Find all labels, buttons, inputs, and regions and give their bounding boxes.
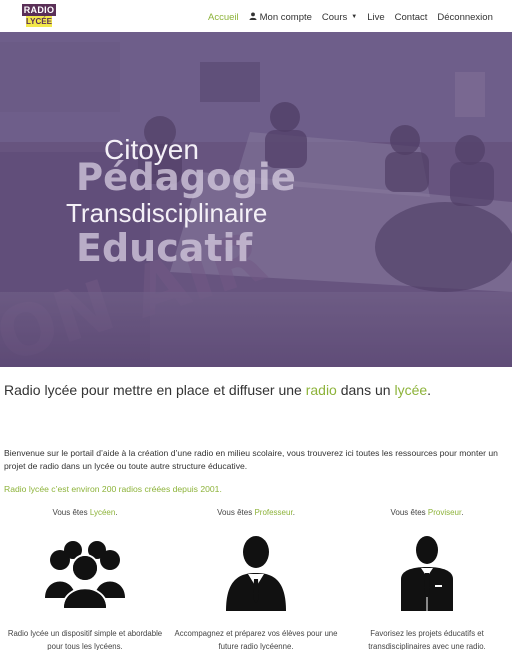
- lead-text: .: [427, 382, 432, 398]
- nav-menu: Accueil Mon compte Cours ▼ Live Contact …: [208, 10, 503, 24]
- nav-item-label: Contact: [394, 11, 428, 23]
- audience-prefix: Vous êtes: [390, 508, 428, 517]
- audience-prefix: Vous êtes: [52, 508, 90, 517]
- audience-description: Accompagnez et préparez vos élèves pour …: [174, 629, 338, 650]
- nav-item-label: Live: [367, 11, 385, 23]
- caret-down-icon: ▼: [351, 14, 358, 20]
- nav-item-cours[interactable]: Cours ▼: [322, 12, 357, 23]
- lead-text: Radio lycée pour mettre en place et diff…: [4, 382, 306, 398]
- hero-word-educatif: Educatif: [76, 226, 253, 270]
- hero-banner: ON AIR Citoyen Pédagogie Transdisciplina…: [0, 32, 512, 367]
- stat-text: Radio lycée c’est environ 200 radios cré…: [4, 484, 222, 494]
- lead-lycee-link[interactable]: lycée: [394, 382, 427, 398]
- audience-professeur: Vous êtes Professeur. Accompagnez et pré…: [171, 508, 341, 650]
- audience-heading: Vous êtes Lycéen.: [0, 508, 170, 517]
- nav-item-live[interactable]: Live: [367, 12, 384, 23]
- students-group-icon: [0, 533, 170, 613]
- nav-item-deconnexion[interactable]: Déconnexion: [437, 12, 492, 23]
- audience-role-link[interactable]: Lycéen: [90, 508, 116, 517]
- nav-item-label: Mon compte: [259, 11, 312, 23]
- audience-role-link[interactable]: Proviseur: [428, 508, 461, 517]
- intro-paragraph: Bienvenue sur le portail d’aide à la cré…: [4, 448, 498, 471]
- logo-line2: LYCÉE: [26, 16, 52, 27]
- audience-heading: Vous êtes Proviseur.: [342, 508, 512, 517]
- hero-word-transdisciplinaire: Transdisciplinaire: [66, 198, 268, 228]
- lead-text: dans un: [336, 382, 395, 398]
- user-icon: [249, 12, 257, 22]
- nav-item-accueil[interactable]: Accueil: [208, 12, 239, 23]
- audience-suffix: .: [292, 508, 295, 517]
- audience-description: Radio lycée un dispositif simple et abor…: [7, 629, 163, 650]
- teacher-icon: [171, 533, 341, 613]
- nav-item-contact[interactable]: Contact: [395, 12, 428, 23]
- audience-lyceen: Vous êtes Lycéen. Radio lycée un disposi…: [0, 508, 170, 650]
- audience-suffix: .: [461, 508, 464, 517]
- principal-icon: [342, 533, 512, 613]
- hero-keywords: Citoyen Pédagogie Transdisciplinaire Edu…: [0, 32, 512, 367]
- radio-lycee-logo[interactable]: RADIO LYCÉE: [22, 4, 56, 28]
- audience-description: Favorisez les projets éducatifs et trans…: [368, 629, 486, 650]
- nav-item-label: Cours: [321, 11, 348, 23]
- lead-sentence: Radio lycée pour mettre en place et diff…: [4, 382, 431, 398]
- audience-suffix: .: [115, 508, 118, 517]
- top-navbar: RADIO LYCÉE Accueil Mon compte Cours ▼ L…: [0, 0, 512, 32]
- nav-item-label: Déconnexion: [437, 11, 493, 23]
- audience-role-link[interactable]: Professeur: [254, 508, 292, 517]
- audience-proviseur: Vous êtes Proviseur. Favorisez les proje…: [342, 508, 512, 650]
- hero-word-pedagogie: Pédagogie: [76, 156, 296, 199]
- nav-item-mon-compte[interactable]: Mon compte: [249, 12, 312, 23]
- logo-line1: RADIO: [22, 4, 56, 16]
- audience-prefix: Vous êtes: [217, 508, 255, 517]
- nav-item-label: Accueil: [208, 11, 239, 23]
- lead-radio-link[interactable]: radio: [306, 382, 337, 398]
- audience-heading: Vous êtes Professeur.: [171, 508, 341, 517]
